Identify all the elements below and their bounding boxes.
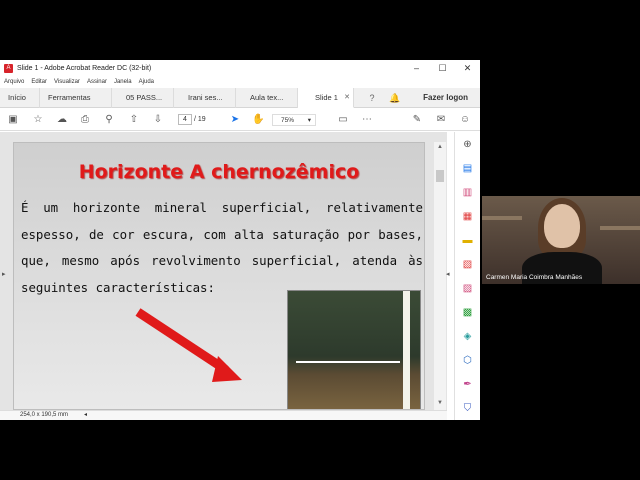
window-title: Slide 1 - Adobe Acrobat Reader DC (32-bi…	[17, 64, 152, 72]
slide-body-text: É um horizonte mineral superficial, rela…	[21, 200, 423, 295]
tab-doc-active[interactable]: Slide 1 ✕	[298, 88, 354, 108]
search-icon[interactable]: ⚲	[103, 114, 115, 126]
page-separator: /	[193, 116, 196, 123]
tab-doc-active-label: Slide 1	[315, 93, 338, 102]
scroll-left-icon[interactable]: ◂	[84, 411, 87, 420]
tab-doc-2[interactable]: Irani ses...	[174, 88, 236, 108]
more-options-icon[interactable]: ⋯	[361, 114, 373, 126]
print-icon[interactable]: ⎙	[79, 114, 91, 126]
protect-icon[interactable]: ⬡	[461, 354, 474, 367]
notification-bell-icon[interactable]: 🔔	[389, 92, 401, 104]
menu-arquivo[interactable]: Arquivo	[4, 79, 24, 85]
tab-doc-1[interactable]: 05 PASS...	[112, 88, 174, 108]
close-button[interactable]: ✕	[455, 60, 480, 76]
zoom-in-icon[interactable]: ⊕	[461, 138, 474, 151]
edit-pdf-icon[interactable]: ▦	[461, 210, 474, 223]
comment-tool-icon[interactable]: ▬	[461, 234, 474, 247]
tools-sidebar: ⊕ ▤ ▥ ▦ ▬ ▧ ▨ ▩ ◈ ⬡ ✒ ⛉	[454, 132, 480, 420]
tab-tools-label: Ferramentas	[48, 93, 91, 102]
scroll-thumb[interactable]	[436, 170, 444, 182]
fill-sign-tool-icon[interactable]: ✒	[461, 378, 474, 391]
tab-doc-1-label: 05 PASS...	[126, 93, 163, 102]
organize-pages-icon[interactable]: ▨	[461, 282, 474, 295]
prev-page-icon[interactable]: ⇧	[128, 114, 140, 126]
chevron-down-icon: ▾	[307, 117, 311, 124]
zoom-select[interactable]: 75% ▾	[272, 114, 316, 126]
red-arrow-icon	[135, 308, 242, 382]
scan-ocr-icon[interactable]: ◈	[461, 330, 474, 343]
right-pane-toggle-icon[interactable]: ◂	[446, 270, 450, 278]
help-icon[interactable]: ?	[366, 92, 378, 104]
tab-doc-3[interactable]: Aula tex...	[236, 88, 298, 108]
share-user-icon[interactable]: ☺	[459, 114, 471, 126]
comment-icon[interactable]: ▭	[337, 114, 349, 126]
menu-editar[interactable]: Editar	[31, 79, 47, 85]
fill-sign-icon[interactable]: ✎	[411, 114, 423, 126]
menu-ajuda[interactable]: Ajuda	[139, 79, 154, 85]
bookshelf-right	[600, 226, 640, 230]
slide-page: Horizonte A chernozêmico É um horizonte …	[13, 142, 425, 410]
menu-assinar[interactable]: Assinar	[87, 79, 107, 85]
status-bar: 254,0 x 190,5 mm ◂	[0, 410, 447, 420]
select-cursor-icon[interactable]: ➤	[229, 114, 241, 126]
measuring-tape	[403, 291, 410, 409]
bookshelf	[482, 216, 522, 220]
slide-title: Horizonte A chernozêmico	[78, 161, 360, 183]
page-navigator: 4 / 19	[178, 114, 206, 125]
tab-doc-3-label: Aula tex...	[250, 93, 284, 102]
upload-cloud-icon[interactable]: ☁	[56, 114, 68, 126]
zoom-value: 75%	[281, 117, 295, 124]
shield-icon[interactable]: ⛉	[461, 402, 474, 415]
maximize-button[interactable]: ☐	[430, 60, 455, 76]
minimize-button[interactable]: –	[404, 60, 429, 76]
menu-bar: Arquivo Editar Visualizar Assinar Janela…	[0, 76, 480, 88]
webcam-video: Carmen Maria Coimbra Manhães	[482, 196, 640, 284]
person-face	[544, 204, 580, 248]
close-tab-icon[interactable]: ✕	[344, 88, 350, 107]
soil-profile-photo	[287, 290, 421, 409]
participant-name: Carmen Maria Coimbra Manhães	[486, 274, 583, 281]
tab-tools[interactable]: Ferramentas	[40, 88, 112, 108]
export-pdf-icon[interactable]: ▤	[461, 162, 474, 175]
scroll-down-icon[interactable]: ▼	[434, 400, 446, 406]
tab-home-label: Início	[8, 93, 26, 102]
page-number-input[interactable]: 4	[178, 114, 192, 125]
left-pane-toggle-icon[interactable]: ▸	[2, 270, 6, 278]
horizon-marker-line	[296, 361, 400, 363]
hand-tool-icon[interactable]: ✋	[252, 114, 264, 126]
main-toolbar: ▣ ☆ ☁ ⎙ ⚲ ⇧ ⇩ 4 / 19 ➤ ✋ 75% ▾ ▭ ⋯ ✎ ✉ ☺	[0, 109, 480, 131]
compress-pdf-icon[interactable]: ▩	[461, 306, 474, 319]
save-icon[interactable]: ▣	[7, 114, 19, 126]
scroll-up-icon[interactable]: ▲	[434, 144, 446, 150]
title-bar: A Slide 1 - Adobe Acrobat Reader DC (32-…	[0, 60, 480, 76]
page-size-label: 254,0 x 190,5 mm	[20, 412, 69, 418]
bookmark-star-icon[interactable]: ☆	[32, 114, 44, 126]
total-pages: 19	[197, 116, 206, 123]
acrobat-window: A Slide 1 - Adobe Acrobat Reader DC (32-…	[0, 60, 480, 420]
combine-files-icon[interactable]: ▧	[461, 258, 474, 271]
vertical-scrollbar[interactable]: ▲ ▼	[434, 142, 446, 410]
menu-visualizar[interactable]: Visualizar	[54, 79, 80, 85]
next-page-icon[interactable]: ⇩	[152, 114, 164, 126]
tab-home[interactable]: Início	[0, 88, 40, 108]
sign-in-link[interactable]: Fazer logon	[423, 88, 468, 108]
tab-bar: Início Ferramentas 05 PASS... Irani ses.…	[0, 88, 480, 108]
acrobat-logo-icon: A	[4, 63, 13, 73]
email-icon[interactable]: ✉	[435, 114, 447, 126]
create-pdf-icon[interactable]: ▥	[461, 186, 474, 199]
tab-doc-2-label: Irani ses...	[188, 93, 223, 102]
menu-janela[interactable]: Janela	[114, 79, 132, 85]
